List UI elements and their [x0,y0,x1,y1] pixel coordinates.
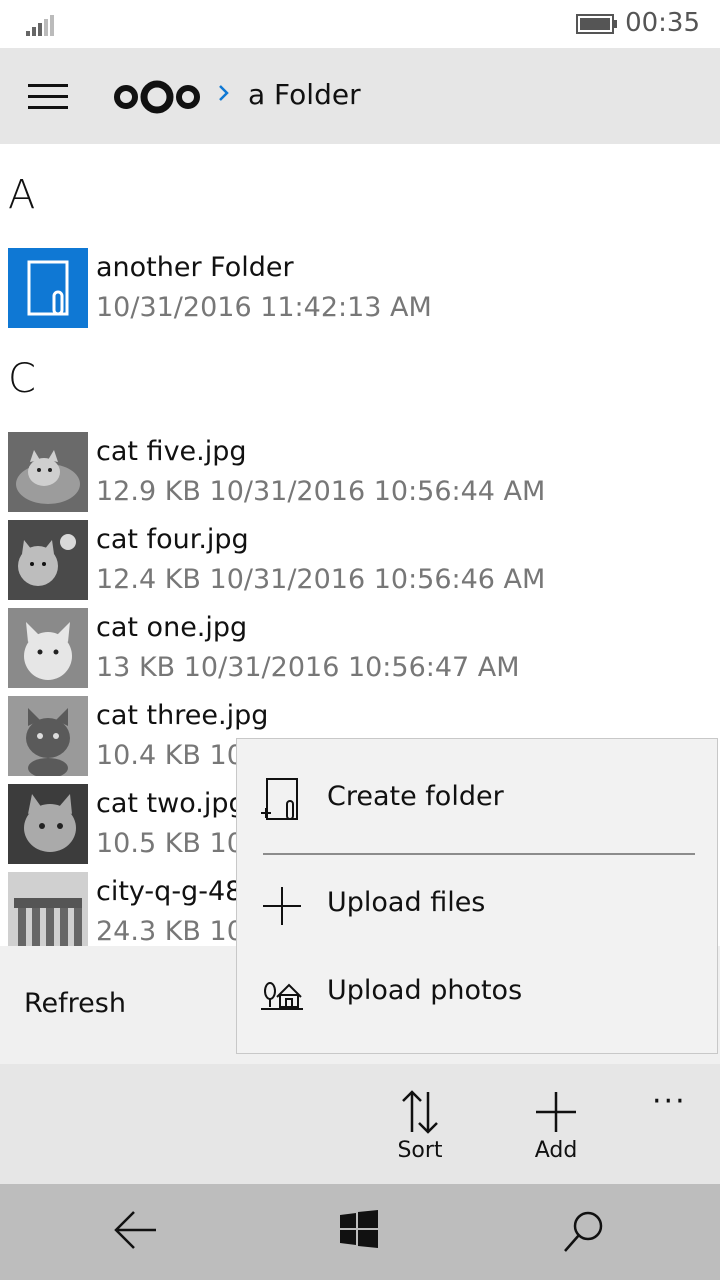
item-meta: 12.4 KB 10/31/2016 10:56:46 AM [96,564,546,595]
image-thumbnail [8,520,88,600]
folder-icon [27,260,69,316]
create-folder-menu-item[interactable]: Create folder [237,757,717,845]
upload-files-label: Upload files [327,887,486,918]
clock: 00:35 [625,8,700,38]
signal-strength-icon [26,15,54,36]
breadcrumb-current-folder[interactable]: a Folder [248,78,361,111]
add-label: Add [534,1138,578,1163]
item-name: cat five.jpg [96,436,247,467]
list-item-folder[interactable]: another Folder 10/31/2016 11:42:13 AM [0,248,720,332]
photo-landscape-icon [261,982,303,1010]
upload-photos-label: Upload photos [327,975,523,1006]
system-navigation-bar [0,1184,720,1280]
create-folder-label: Create folder [327,781,504,812]
sort-icon [402,1090,438,1134]
item-meta: 12.9 KB 10/31/2016 10:56:44 AM [96,476,546,507]
upload-files-menu-item[interactable]: Upload files [237,863,717,951]
hamburger-menu-icon[interactable] [28,84,68,110]
item-name: cat four.jpg [96,524,249,555]
more-options-button[interactable]: ··· [652,1084,687,1119]
image-thumbnail [8,872,88,946]
refresh-button[interactable]: Refresh [24,988,126,1019]
list-item-file[interactable]: cat five.jpg 12.9 KB 10/31/2016 10:56:44… [0,432,720,516]
nextcloud-logo-icon[interactable] [112,80,202,114]
image-thumbnail [8,432,88,512]
image-thumbnail [8,696,88,776]
add-button[interactable]: Add [501,1086,611,1176]
breadcrumb-chevron-icon [219,85,229,101]
new-folder-icon [261,778,298,820]
plus-icon [263,887,301,925]
add-flyout-menu: Create folder Upload files Upload photos [236,738,718,1054]
item-meta: 24.3 KB 10 [96,916,244,946]
app-header: a Folder [0,48,720,144]
sort-label: Sort [397,1138,443,1163]
item-meta: 10.5 KB 10 [96,828,244,859]
plus-icon [536,1092,576,1132]
group-header-c[interactable]: C [8,356,36,402]
item-name: city-q-g-48 [96,876,243,907]
image-thumbnail [8,608,88,688]
status-bar: 00:35 [0,0,720,48]
item-meta: 10/31/2016 11:42:13 AM [96,292,432,323]
item-name: another Folder [96,252,294,283]
item-meta: 13 KB 10/31/2016 10:56:47 AM [96,652,520,683]
item-name: cat three.jpg [96,700,269,731]
battery-icon [576,14,617,34]
group-header-a[interactable]: A [8,172,35,218]
list-item-file[interactable]: cat one.jpg 13 KB 10/31/2016 10:56:47 AM [0,608,720,692]
back-arrow-icon[interactable] [114,1210,158,1250]
command-bar: Sort Add ··· [0,1064,720,1184]
item-name: cat two.jpg [96,788,246,819]
item-meta: 10.4 KB 10 [96,740,244,771]
menu-separator [263,853,695,855]
sort-button[interactable]: Sort [365,1086,475,1176]
folder-thumbnail [8,248,88,328]
item-name: cat one.jpg [96,612,248,643]
search-icon[interactable] [562,1210,606,1254]
windows-start-icon[interactable] [340,1210,378,1248]
image-thumbnail [8,784,88,864]
upload-photos-menu-item[interactable]: Upload photos [237,951,717,1039]
list-item-file[interactable]: cat four.jpg 12.4 KB 10/31/2016 10:56:46… [0,520,720,604]
